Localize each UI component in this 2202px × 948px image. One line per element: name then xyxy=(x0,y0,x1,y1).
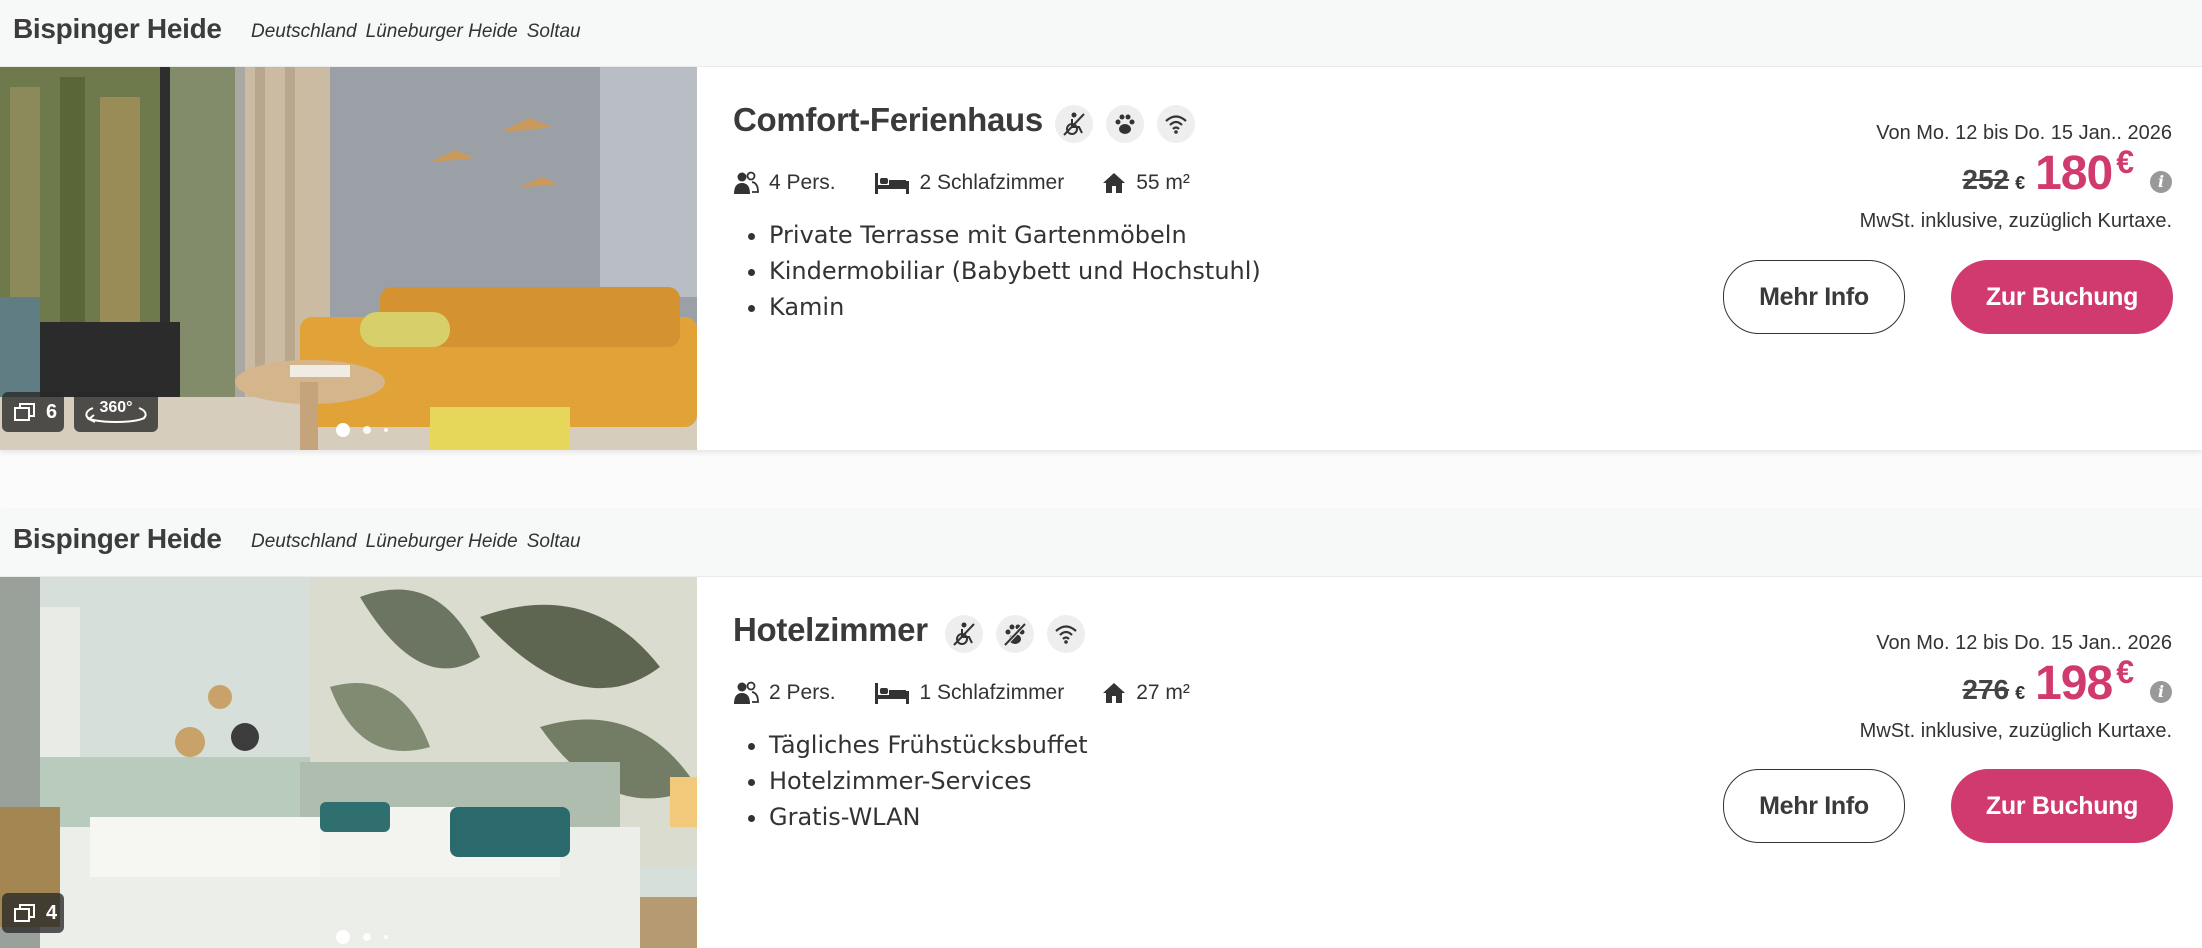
wifi-icon xyxy=(1047,615,1085,653)
bedrooms-text: 2 Schlafzimmer xyxy=(919,171,1065,194)
price-row: 252 € 180 € i xyxy=(1962,144,2172,201)
persons-text: 4 Pers. xyxy=(769,171,836,194)
bed-icon xyxy=(874,683,909,704)
room-title[interactable]: Hotelzimmer xyxy=(733,611,928,649)
persons-text: 2 Pers. xyxy=(769,681,836,704)
old-price: 276 xyxy=(1962,674,2010,705)
price-row: 276 € 198 € i xyxy=(1962,654,2172,711)
area-fact: 55 m² xyxy=(1102,171,1190,195)
more-info-button[interactable]: Mehr Info xyxy=(1723,260,1905,334)
pets-allowed-icon xyxy=(1106,105,1144,143)
area-fact: 27 m² xyxy=(1102,681,1190,705)
carousel-dot[interactable] xyxy=(363,933,371,941)
breadcrumb: Deutschland Lüneburger Heide Soltau xyxy=(251,531,581,553)
list-item: Kindermobiliar (Babybett und Hochstuhl) xyxy=(769,258,1261,284)
date-range: Von Mo. 12 bis Do. 15 Jan.. 2026 xyxy=(1876,122,2172,144)
currency-symbol: € xyxy=(2015,173,2026,193)
breadcrumb-item[interactable]: Soltau xyxy=(527,21,581,43)
carousel-dots xyxy=(336,930,388,944)
carousel-dot-active[interactable] xyxy=(336,930,350,944)
bedrooms-text: 1 Schlafzimmer xyxy=(919,681,1065,704)
wifi-icon xyxy=(1157,105,1195,143)
persons-fact: 2 Pers. xyxy=(733,680,836,706)
carousel-dot[interactable] xyxy=(384,428,388,432)
no-wheelchair-icon xyxy=(1055,105,1093,143)
bedrooms-fact: 2 Schlafzimmer xyxy=(874,170,1065,196)
amenity-icons xyxy=(1055,105,1195,143)
photo-count-badge[interactable]: 6 xyxy=(2,392,64,432)
no-wheelchair-icon xyxy=(945,615,983,653)
area-text: 55 m² xyxy=(1136,171,1190,194)
house-icon xyxy=(1103,683,1126,703)
old-price: 252 xyxy=(1962,164,2010,195)
listing-photo[interactable]: 6 360° xyxy=(0,67,697,450)
location-title: Bispinger Heide xyxy=(13,13,222,44)
persons-fact: 4 Pers. xyxy=(733,170,836,196)
breadcrumb: Deutschland Lüneburger Heide Soltau xyxy=(251,21,581,43)
breadcrumb-item[interactable]: Deutschland xyxy=(251,21,357,43)
label-360: 360° xyxy=(99,399,132,416)
date-range: Von Mo. 12 bis Do. 15 Jan.. 2026 xyxy=(1876,632,2172,654)
rotate-360-icon: 360° xyxy=(85,399,147,423)
breadcrumb-item[interactable]: Soltau xyxy=(527,531,581,553)
carousel-dot[interactable] xyxy=(384,935,388,939)
hotel-room-photo xyxy=(0,577,697,948)
features-list: Private Terrasse mit Gartenmöbeln Kinder… xyxy=(733,222,1261,330)
photo-count-badge[interactable]: 4 xyxy=(2,893,64,933)
currency-symbol: € xyxy=(2015,683,2026,703)
currency-symbol: € xyxy=(2116,144,2134,180)
list-item: Gratis-WLAN xyxy=(769,804,1088,830)
carousel-dot[interactable] xyxy=(363,426,371,434)
bedrooms-fact: 1 Schlafzimmer xyxy=(874,680,1065,706)
persons-icon xyxy=(734,171,759,194)
list-item: Hotelzimmer-Services xyxy=(769,768,1088,794)
listing-photo[interactable]: 4 xyxy=(0,577,697,948)
amenity-icons xyxy=(945,615,1085,653)
no-pets-icon xyxy=(996,615,1034,653)
photo-count: 4 xyxy=(46,901,58,924)
view-360-button[interactable]: 360° xyxy=(74,392,158,432)
book-button[interactable]: Zur Buchung xyxy=(1951,260,2173,334)
tax-note: MwSt. inklusive, zuzüglich Kurtaxe. xyxy=(1859,210,2172,232)
more-info-button[interactable]: Mehr Info xyxy=(1723,769,1905,843)
info-icon[interactable]: i xyxy=(2150,170,2172,193)
room-facts: 2 Pers. 1 Schlafzimmer 27 m² xyxy=(733,680,1228,706)
card-header: Bispinger Heide Deutschland Lüneburger H… xyxy=(0,0,2202,67)
location-title: Bispinger Heide xyxy=(13,523,222,554)
persons-icon xyxy=(734,681,759,704)
gallery-icon xyxy=(14,403,35,421)
carousel-dots xyxy=(336,423,388,437)
room-title[interactable]: Comfort-Ferienhaus xyxy=(733,101,1043,139)
card-header: Bispinger Heide Deutschland Lüneburger H… xyxy=(0,510,2202,577)
new-price: 180 xyxy=(2035,147,2113,200)
breadcrumb-item[interactable]: Lüneburger Heide xyxy=(366,531,518,553)
carousel-dot-active[interactable] xyxy=(336,423,350,437)
list-item: Private Terrasse mit Gartenmöbeln xyxy=(769,222,1261,248)
gallery-icon xyxy=(14,904,35,922)
room-facts: 4 Pers. 2 Schlafzimmer 55 m² xyxy=(733,170,1228,196)
listing-card: Bispinger Heide Deutschland Lüneburger H… xyxy=(0,510,2202,948)
breadcrumb-item[interactable]: Deutschland xyxy=(251,531,357,553)
info-icon[interactable]: i xyxy=(2150,680,2172,703)
bed-icon xyxy=(874,173,909,194)
area-text: 27 m² xyxy=(1136,681,1190,704)
new-price: 198 xyxy=(2035,657,2113,710)
list-item: Kamin xyxy=(769,294,1261,320)
photo-count: 6 xyxy=(46,400,58,423)
features-list: Tägliches Frühstücksbuffet Hotelzimmer-S… xyxy=(733,732,1088,840)
list-item: Tägliches Frühstücksbuffet xyxy=(769,732,1088,758)
currency-symbol: € xyxy=(2116,654,2134,690)
tax-note: MwSt. inklusive, zuzüglich Kurtaxe. xyxy=(1859,720,2172,742)
book-button[interactable]: Zur Buchung xyxy=(1951,769,2173,843)
breadcrumb-item[interactable]: Lüneburger Heide xyxy=(366,21,518,43)
listing-card: Bispinger Heide Deutschland Lüneburger H… xyxy=(0,0,2202,450)
house-icon xyxy=(1103,173,1126,193)
